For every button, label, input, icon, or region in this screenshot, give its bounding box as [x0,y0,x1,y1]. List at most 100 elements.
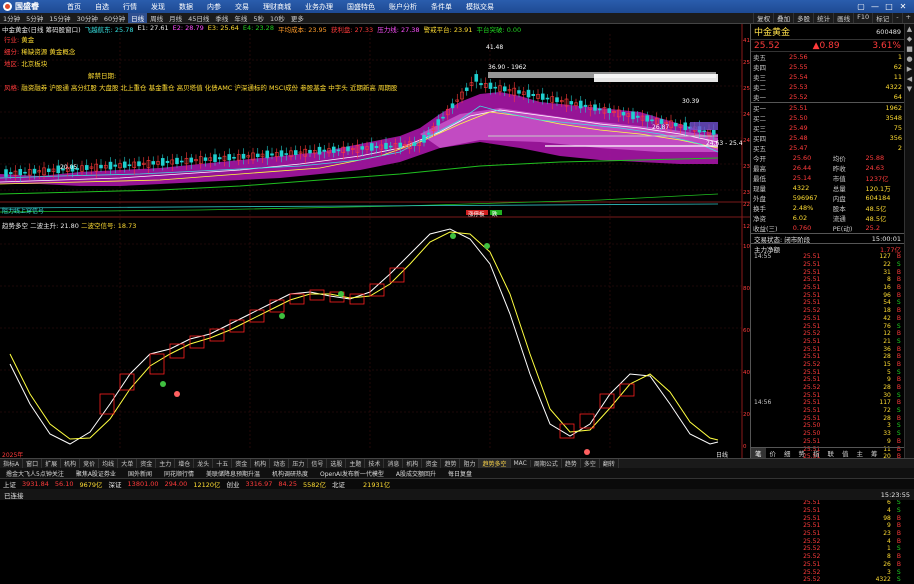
indicator-tab[interactable]: 趋势 [562,459,581,468]
menu-item-special[interactable]: 国盛特色 [340,2,382,12]
side-tab[interactable]: 指 [809,448,824,458]
restore-icon[interactable]: ▢ [854,2,868,11]
indicator-tab[interactable]: 扩展 [42,459,62,468]
tick-row[interactable]: 25.51 28 B [751,414,904,422]
period-tab[interactable]: 45日线 [185,13,212,23]
tool-button[interactable]: 多股 [793,13,813,23]
period-tab[interactable]: 年线 [231,13,250,23]
tick-list[interactable]: 14:55 25.51 127 B 25.51 22 S 25.51 31 B 25.51 8 B 25.… [751,253,904,584]
tick-row[interactable]: 25.50 33 S [751,430,904,438]
tick-row[interactable]: 25.51 9 B [751,438,904,446]
tool-button[interactable]: 画线 [833,13,853,23]
tick-row[interactable]: 25.51 76 S [751,322,904,330]
news-item[interactable]: 国外新闻 [122,469,158,478]
side-tab[interactable]: 势 [795,448,810,458]
period-tab[interactable]: 5秒 [250,13,267,23]
toolstrip-icon[interactable]: ■ [905,44,914,54]
tick-row[interactable]: 25.51 96 B [751,291,904,299]
tick-row[interactable]: 25.52 1 S [751,545,904,553]
ask-row[interactable]: 卖四 25.55 62 [751,62,904,72]
status-connection[interactable]: 已连接 [0,490,28,500]
side-tab[interactable]: 值 [838,448,853,458]
menu-item-conditional-order[interactable]: 条件单 [424,2,459,12]
tick-row[interactable]: 25.51 36 B [751,345,904,353]
news-item[interactable]: 机构调研热度 [266,469,314,478]
tick-row[interactable]: 25.51 54 S [751,299,904,307]
tick-row[interactable]: 25.51 23 B [751,530,904,538]
news-item[interactable]: 每日复盘 [442,469,478,478]
bid-row[interactable]: 买二 25.50 3548 [751,113,904,123]
tool-button[interactable]: 统计 [813,13,833,23]
period-tab[interactable]: 5分钟 [23,13,46,23]
menu-item-home[interactable]: 首页 [60,2,88,12]
tool-button[interactable]: + [901,13,914,23]
tick-row[interactable]: 25.52 15 B [751,361,904,369]
tick-row[interactable]: 25.51 5 S [751,368,904,376]
side-tab[interactable]: 细 [780,448,795,458]
period-tab[interactable]: 季线 [212,13,231,23]
indicator-tab[interactable]: 大单 [118,459,138,468]
indicator-tab[interactable]: 机构 [61,459,81,468]
tick-row[interactable]: 25.51 8 B [751,276,904,284]
indicator-tab[interactable]: 资金 [137,459,157,468]
tick-row[interactable]: 25.51 30 S [751,391,904,399]
news-item[interactable]: 撸金大飞人5点钟关注 [0,469,70,478]
index-name[interactable]: 深证 [106,479,125,489]
tick-row[interactable]: 25.51 28 B [751,353,904,361]
indicator-tab[interactable]: 趋势多空 [479,459,511,468]
side-tab[interactable]: 联 [824,448,839,458]
indicator-tab[interactable]: 机构 [251,459,271,468]
side-tab[interactable]: 笔 [751,448,766,458]
indicator-tab[interactable]: 均线 [99,459,119,468]
app-logo[interactable]: 国盛睿 [0,1,60,12]
toolstrip-icon[interactable]: ● [905,54,914,64]
indicator-tab[interactable]: 多空 [581,459,600,468]
tick-row[interactable]: 25.52 4 B [751,537,904,545]
tick-row[interactable]: 25.51 16 B [751,284,904,292]
indicator-tab[interactable]: 十五 [213,459,233,468]
news-item[interactable]: 聚焦A股证券业 [70,469,122,478]
tool-button[interactable]: 复权 [753,13,773,23]
indicator-tab[interactable]: 翻转 [600,459,619,468]
tick-row[interactable]: 25.51 4 S [751,507,904,515]
indicator-tab[interactable]: MAC [511,460,531,467]
tick-row[interactable]: 25.51 6 S [751,499,904,507]
tick-row[interactable]: 25.51 31 B [751,268,904,276]
toolstrip-icon[interactable]: ◀ [905,74,914,84]
tick-row[interactable]: 25.50 3 S [751,422,904,430]
indicator-tab[interactable]: 选股 [327,459,347,468]
tick-row[interactable]: 25.52 8 B [751,553,904,561]
minimize-icon[interactable]: — [868,2,882,11]
period-tab[interactable]: 15分钟 [46,13,73,23]
tick-row[interactable]: 25.52 18 B [751,307,904,315]
index-name[interactable]: 创业 [224,479,243,489]
menu-item-watchlist[interactable]: 自选 [88,2,116,12]
tick-row[interactable]: 25.51 9 B [751,522,904,530]
indicator-tab[interactable]: 主力 [156,459,176,468]
tool-button[interactable]: F10 [853,13,872,23]
menu-item-finance-mall[interactable]: 理财商城 [256,2,298,12]
period-tab[interactable]: 60分钟 [101,13,128,23]
news-item[interactable]: A股成交额回升 [390,469,442,478]
tick-row[interactable]: 25.52 12 B [751,330,904,338]
news-item[interactable]: OpenAI发布新一代模型 [314,469,390,478]
menu-item-discover[interactable]: 发现 [144,2,172,12]
bid-row[interactable]: 买一 25.51 1962 [751,102,904,113]
tool-button[interactable]: - [892,13,901,23]
close-icon[interactable]: ✕ [896,2,910,11]
bid-row[interactable]: 买四 25.48 356 [751,133,904,143]
period-tab[interactable]: 1分钟 [0,13,23,23]
indicator-tab[interactable]: 阻力 [460,459,480,468]
tick-row[interactable]: 25.51 9 B [751,376,904,384]
menu-item-business[interactable]: 业务办理 [298,2,340,12]
tool-button[interactable]: 标记 [872,13,892,23]
period-tab[interactable]: 30分钟 [74,13,101,23]
indicator-tab[interactable]: 指标A [0,459,24,468]
indicator-tab[interactable]: 趋势 [441,459,461,468]
tick-row[interactable]: 25.51 22 S [751,261,904,269]
indicator-tab[interactable]: 主题 [346,459,366,468]
chart-area[interactable]: 中金黄金(日线 筹码股窗口) 飞越航东: 25.78 E1: 27.61 E2:… [0,24,759,459]
indicator-tab[interactable]: 信号 [308,459,328,468]
indicator-tab[interactable]: 龙头 [194,459,214,468]
indicator-tab[interactable]: 技术 [365,459,385,468]
